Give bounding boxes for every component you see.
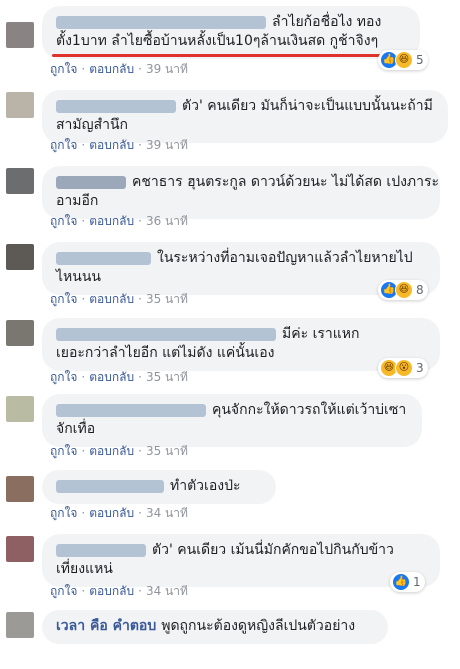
wow-icon: 😮 bbox=[395, 359, 413, 377]
comment-actions: ถูกใจ · ตอบกลับ · 36 นาที bbox=[50, 214, 188, 228]
reaction-summary[interactable]: 👍 1 bbox=[390, 572, 425, 592]
reaction-summary[interactable]: 👍 😆 8 bbox=[378, 280, 428, 300]
comment-actions: ถูกใจ · ตอบกลับ · 35 นาที bbox=[50, 292, 188, 306]
comment-actions: ถูกใจ · ตอบกลับ · 35 นาที bbox=[50, 370, 188, 384]
timestamp[interactable]: 39 นาที bbox=[146, 138, 188, 152]
timestamp[interactable]: 35 นาที bbox=[146, 370, 188, 384]
like-button[interactable]: ถูกใจ bbox=[50, 370, 77, 384]
comment-text: ตัว' คนเดียว มันก็น่าจะเป็นแบบนั้นนะถ้าม… bbox=[182, 98, 433, 114]
like-button[interactable]: ถูกใจ bbox=[50, 506, 77, 520]
redacted-name[interactable] bbox=[56, 175, 126, 189]
redacted-name[interactable] bbox=[56, 15, 266, 29]
haha-icon: 😆 bbox=[395, 51, 413, 69]
avatar[interactable] bbox=[6, 168, 34, 194]
comment-bubble: ตัว' คนเดียว เม้นนี่มักคักขอไปกินกับข้าว… bbox=[42, 534, 440, 587]
comment-text: ทำตัวเองป่ะ bbox=[170, 478, 241, 494]
timestamp[interactable]: 36 นาที bbox=[146, 214, 188, 228]
highlight-underline bbox=[52, 54, 392, 57]
comment-actions: ถูกใจ · ตอบกลับ · 39 นาที bbox=[50, 62, 188, 76]
comment-text: ไหนนน bbox=[56, 269, 101, 285]
comment-text: มีค่ะ เราแหก bbox=[282, 326, 360, 342]
comment-actions: ถูกใจ · ตอบกลับ · 34 นาที bbox=[50, 584, 188, 598]
redacted-name[interactable] bbox=[56, 99, 176, 113]
comment-actions: ถูกใจ · ตอบกลับ · 39 นาที bbox=[50, 138, 188, 152]
avatar[interactable] bbox=[6, 22, 34, 48]
comment-text: พูดถูกนะต้องดูหญิงลีเปนตัวอย่าง bbox=[161, 618, 356, 634]
like-icon: 👍 bbox=[392, 573, 410, 591]
redacted-name[interactable] bbox=[56, 251, 151, 265]
comment-actions: ถูกใจ · ตอบกลับ · 34 นาที bbox=[50, 506, 188, 520]
comment-text: ตัว' คนเดียว เม้นนี่มักคักขอไปกินกับข้าว bbox=[152, 542, 394, 558]
haha-icon: 😆 bbox=[395, 281, 413, 299]
timestamp[interactable]: 35 นาที bbox=[146, 444, 188, 458]
reaction-count: 1 bbox=[413, 575, 421, 589]
redacted-name[interactable] bbox=[56, 543, 146, 557]
avatar[interactable] bbox=[6, 536, 34, 562]
avatar[interactable] bbox=[6, 612, 34, 638]
timestamp[interactable]: 39 นาที bbox=[146, 62, 188, 76]
comment-bubble: คุนจักกะให้ดาวรถให้แต่เว้าบ่เซา จักเทื่อ bbox=[42, 394, 422, 447]
avatar[interactable] bbox=[6, 396, 34, 422]
reply-button[interactable]: ตอบกลับ bbox=[89, 506, 134, 520]
comment-text: อามอีก bbox=[56, 193, 99, 209]
comment-text: เที่ยงแหน่ bbox=[56, 561, 113, 577]
commenter-name[interactable]: เวลา คือ คำตอบ bbox=[56, 618, 156, 634]
timestamp[interactable]: 34 นาที bbox=[146, 506, 188, 520]
comment-text: เยอะกว่าลำไยอีก แต่ไม่ดัง แค่นั้นเอง bbox=[56, 345, 275, 361]
redacted-name[interactable] bbox=[56, 327, 276, 341]
reply-button[interactable]: ตอบกลับ bbox=[89, 62, 134, 76]
avatar[interactable] bbox=[6, 92, 34, 118]
comment-text: ในระหว่างที่อามเจอปัญหาแล้วลำไยหายไป bbox=[157, 250, 413, 266]
timestamp[interactable]: 35 นาที bbox=[146, 292, 188, 306]
comment-text: สามัญสำนึก bbox=[56, 117, 129, 133]
avatar[interactable] bbox=[6, 244, 34, 270]
comment-bubble: ลำไยก้อชื่อไง ทอง ตั้ง1บาท ลำไยซื้อบ้านห… bbox=[42, 6, 420, 59]
like-button[interactable]: ถูกใจ bbox=[50, 138, 77, 152]
like-button[interactable]: ถูกใจ bbox=[50, 214, 77, 228]
like-button[interactable]: ถูกใจ bbox=[50, 292, 77, 306]
reply-button[interactable]: ตอบกลับ bbox=[89, 292, 134, 306]
reaction-count: 8 bbox=[416, 283, 424, 297]
redacted-name[interactable] bbox=[56, 479, 164, 493]
reaction-count: 5 bbox=[416, 53, 424, 67]
avatar[interactable] bbox=[6, 320, 34, 346]
reply-button[interactable]: ตอบกลับ bbox=[89, 584, 134, 598]
like-button[interactable]: ถูกใจ bbox=[50, 444, 77, 458]
reaction-count: 3 bbox=[416, 361, 424, 375]
like-button[interactable]: ถูกใจ bbox=[50, 584, 77, 598]
reaction-summary[interactable]: 👍 😆 5 bbox=[378, 50, 428, 70]
comment-text: ลำไยก้อชื่อไง ทอง bbox=[272, 14, 382, 30]
reply-button[interactable]: ตอบกลับ bbox=[89, 370, 134, 384]
redacted-name[interactable] bbox=[56, 403, 206, 417]
comment-text: คชาธาร ฮุนตระกูล ดาวน์ด้วยนะ ไม่ได้สด เป… bbox=[132, 174, 440, 190]
reaction-summary[interactable]: 😆 😮 3 bbox=[378, 358, 428, 378]
comment-actions: ถูกใจ · ตอบกลับ · 35 นาที bbox=[50, 444, 188, 458]
reply-button[interactable]: ตอบกลับ bbox=[89, 138, 134, 152]
comment-text: ตั้ง1บาท ลำไยซื้อบ้านหลั้งเป็น10ๆล้านเงิ… bbox=[56, 33, 379, 49]
like-button[interactable]: ถูกใจ bbox=[50, 62, 77, 76]
avatar[interactable] bbox=[6, 476, 34, 502]
comment-bubble: ทำตัวเองป่ะ bbox=[42, 470, 276, 504]
comment-bubble: เวลา คือ คำตอบ พูดถูกนะต้องดูหญิงลีเปนตัว… bbox=[42, 610, 388, 644]
timestamp[interactable]: 34 นาที bbox=[146, 584, 188, 598]
comment-text: จักเทื่อ bbox=[56, 421, 96, 437]
reply-button[interactable]: ตอบกลับ bbox=[89, 214, 134, 228]
comment-text: คุนจักกะให้ดาวรถให้แต่เว้าบ่เซา bbox=[212, 402, 407, 418]
reply-button[interactable]: ตอบกลับ bbox=[89, 444, 134, 458]
